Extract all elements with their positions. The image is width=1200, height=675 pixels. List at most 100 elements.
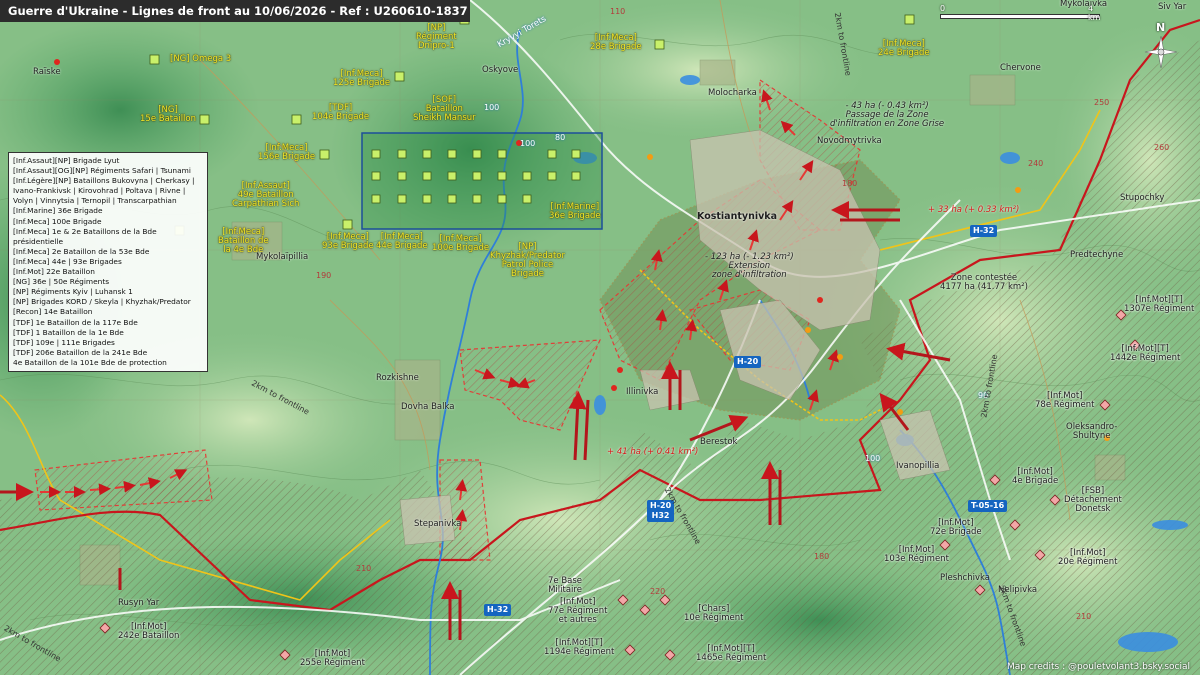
legend-item: [Inf.Meca] 44e | 93e Brigades — [13, 256, 122, 266]
legend-item: [Inf.Assaut][NP] Brigade Lyut — [13, 156, 120, 165]
place-label: Oleksandro- Shultyne — [1066, 422, 1118, 441]
legend-item: Ivano-Frankivsk | Kirovohrad | Poltava |… — [13, 186, 186, 196]
legend-item: [NG] 36e | 50e Régiments — [13, 277, 110, 287]
place-label: Siv Yar — [1158, 2, 1187, 12]
scale-bar-graphic — [940, 14, 1100, 19]
place-label: Stepanivka — [414, 519, 462, 529]
place-label: Ivanopillia — [896, 461, 940, 471]
area-gain-note: + 41 ha (+ 0.41 km²) — [607, 447, 699, 457]
legend-item: [Inf.Légère][NP] Bataillons Bukovyna | C… — [13, 176, 195, 186]
legend-item: 4e Bataillon de la 101e Bde de protectio… — [13, 357, 167, 367]
area-change-note: - 123 ha (- 1.23 km²) Extension zone d'i… — [705, 252, 794, 280]
legend-item: [Recon] 14e Bataillon — [13, 307, 93, 317]
ru-unit-label[interactable]: [Inf.Mot][T] 1307e Régiment — [1124, 296, 1194, 314]
legend-item: [Inf.Assaut][OG][NP] Régiments Safari | … — [13, 166, 191, 176]
map-title: Guerre d'Ukraine - Lignes de front au 10… — [0, 0, 470, 22]
legend-item: [TDF] 206e Bataillon de la 241e Bde — [13, 347, 148, 357]
area-gain-note: + 33 ha (+ 0.33 km²) — [928, 205, 1020, 215]
altitude-label: 210 — [1076, 612, 1092, 621]
ua-unit-label[interactable]: [Inf.Assaut] 49e Bataillon Carpathian Si… — [232, 182, 299, 209]
legend-item: [Inf.Mot] 22e Bataillon — [13, 267, 95, 277]
ru-unit-label[interactable]: [Inf.Mot][T] 1465e Régiment — [696, 645, 766, 663]
ua-unit-label[interactable]: [NP] Régiment Dnipro-1 — [416, 24, 457, 51]
altitude-label: 210 — [356, 564, 372, 573]
ru-unit-label[interactable]: [Inf.Mot][T] 1442e Régiment — [1110, 345, 1180, 363]
ua-unit-label[interactable]: [Inf.Meca] 28e Brigade — [590, 34, 642, 52]
altitude-label: 260 — [1154, 143, 1170, 152]
unit-legend: [Inf.Assaut][NP] Brigade Lyut [Inf.Assau… — [8, 152, 208, 372]
ua-unit-label[interactable]: [Inf.Meca] 93e Brigade — [322, 233, 374, 251]
place-label: Berestok — [700, 437, 738, 447]
ua-unit-label[interactable]: [NG] 15e Bataillon — [140, 106, 196, 124]
place-label: Mykolaïpillia — [256, 252, 309, 262]
ru-unit-label[interactable]: [Inf.Mot] 242e Bataillon — [118, 623, 179, 641]
altitude-label: 100 — [865, 454, 881, 463]
ua-unit-label[interactable]: [NP] Khyzhak/Predator Patrol Police Brig… — [490, 243, 565, 279]
legend-item: [Inf.Meca] 100e Brigade — [13, 216, 102, 226]
legend-item: [NP] Brigades KORD / Skeyla | Khyzhak/Pr… — [13, 297, 191, 307]
altitude-label: 190 — [316, 271, 332, 280]
place-label: Predtechyne — [1070, 250, 1124, 260]
ru-unit-label[interactable]: [Inf.Mot] 77e Régiment et autres — [548, 598, 608, 625]
road-badge: H-20 — [734, 356, 762, 368]
place-label: Pleshchivka — [940, 573, 990, 583]
altitude-label: 100 — [520, 139, 536, 148]
legend-item: présidentielle — [13, 236, 64, 246]
ua-unit-label[interactable]: [Inf.Marine] 36e Brigade — [549, 203, 601, 221]
compass-icon: N — [1143, 22, 1179, 74]
legend-item: [NP] Régiments Kyiv | Luhansk 1 — [13, 287, 133, 297]
ru-unit-label[interactable]: [Inf.Mot] 4e Brigade — [1012, 468, 1058, 486]
place-label: Raïske — [33, 67, 61, 77]
place-label: Novodmytrivka — [817, 136, 882, 146]
ru-unit-label[interactable]: [Inf.Mot] 78e Régiment — [1035, 392, 1095, 410]
legend-item: [TDF] 1e Bataillon de la 117e Bde — [13, 317, 138, 327]
altitude-label: 80 — [555, 133, 566, 142]
ua-unit-label[interactable]: [Inf.Meca] Bataillon de la 4e Bde — [218, 228, 269, 255]
legend-item: [TDF] 109e | 111e Brigades — [13, 337, 115, 347]
legend-item: [TDF] 1 Bataillon de la 1e Bde — [13, 327, 124, 337]
road-badge: H-32 — [484, 604, 512, 616]
ru-unit-label[interactable]: 7e Base Militaire — [548, 577, 582, 595]
place-label: Illinivka — [626, 387, 659, 397]
place-label: Stupochky — [1120, 193, 1165, 203]
altitude-label: 250 — [1094, 98, 1110, 107]
place-label: Mykolaivka — [1060, 0, 1108, 9]
ru-unit-label[interactable]: [Inf.Mot] 103e Régiment — [884, 546, 949, 564]
ua-unit-label[interactable]: [SOF] Bataillon Sheikh Mansur — [413, 96, 476, 123]
map-credits: Map credits : @pouletvolant3.bsky.social — [1006, 662, 1190, 672]
ru-unit-label[interactable]: [Chars] 10e Régiment — [684, 605, 744, 623]
place-label: Chervone — [1000, 63, 1041, 73]
area-change-note: - 43 ha (- 0.43 km²) Passage de la Zone … — [830, 101, 945, 129]
place-label: Dovha Balka — [401, 402, 455, 412]
place-label: Rusyn Yar — [118, 598, 160, 608]
ru-unit-label[interactable]: [Inf.Mot][T] 1194e Régiment — [544, 639, 614, 657]
ua-unit-label[interactable]: [NG] Omega 3 — [170, 55, 231, 64]
legend-item: Volyn | Vinnytsia | Ternopil | Transcarp… — [13, 196, 177, 206]
scale-start: 0 — [940, 4, 946, 13]
altitude-label: 180 — [814, 552, 830, 561]
place-label: Oskyove — [482, 65, 519, 75]
legend-item: [Inf.Meca] 1e & 2e Bataillons de la Bde — [13, 226, 157, 236]
altitude-label: 220 — [650, 587, 666, 596]
altitude-label: 100 — [484, 103, 500, 112]
place-label: Kostiantynivka — [697, 211, 778, 222]
ua-unit-label[interactable]: [Inf.Meca] 156e Brigade — [258, 144, 315, 162]
ua-unit-label[interactable]: [Inf.Meca] 44e Brigade — [376, 233, 428, 251]
ru-unit-label[interactable]: [Inf.Mot] 255e Régiment — [300, 650, 365, 668]
altitude-label: 110 — [610, 7, 626, 16]
ru-unit-label[interactable]: [FSB] Détachement Donetsk — [1064, 487, 1122, 514]
ua-unit-label[interactable]: [Inf.Meca] 125e Brigade — [333, 70, 390, 88]
road-badge: T-05-16 — [968, 500, 1008, 512]
ua-unit-label[interactable]: [Inf.Meca] 24e Brigade — [878, 40, 930, 58]
altitude-label: 240 — [1028, 159, 1044, 168]
ua-unit-label[interactable]: [TDF] 104e Brigade — [312, 104, 369, 122]
contested-zone-note: Zone contestée 4177 ha (41.77 km²) — [940, 273, 1028, 292]
ru-unit-label[interactable]: [Inf.Mot] 20e Régiment — [1058, 549, 1118, 567]
place-label: Rozkishne — [376, 373, 419, 383]
legend-item: [Inf.Meca] 2e Bataillon de la 53e Bde — [13, 246, 150, 256]
altitude-label: 180 — [842, 179, 858, 188]
ua-unit-label[interactable]: [Inf.Meca] 100e Brigade — [432, 235, 489, 253]
road-badge: H-32 — [970, 225, 998, 237]
ru-unit-label[interactable]: [Inf.Mot] 72e Brigade — [930, 519, 982, 537]
compass-north-label: N — [1156, 21, 1166, 34]
